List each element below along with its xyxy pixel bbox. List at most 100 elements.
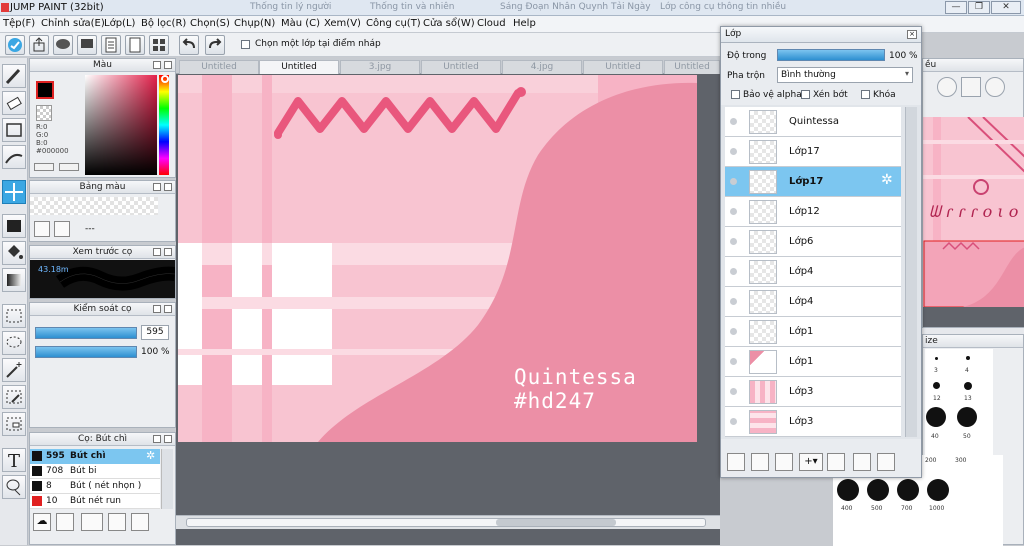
scroll-thumb[interactable] <box>186 518 706 527</box>
layer-row[interactable]: Lớp1 <box>725 317 901 347</box>
clip-checkbox[interactable] <box>801 89 810 99</box>
visibility-icon[interactable] <box>730 388 737 395</box>
new-layer-1bit-icon[interactable] <box>775 453 793 471</box>
eyedrop-button[interactable] <box>34 163 54 171</box>
horizontal-scrollbar[interactable] <box>176 515 720 529</box>
close-icon[interactable]: × <box>907 30 917 39</box>
minimize-button[interactable]: — <box>945 1 967 14</box>
brush-size-dot[interactable] <box>957 407 977 427</box>
brush-size-dot[interactable] <box>867 479 889 501</box>
menu-help[interactable]: Help <box>513 18 536 29</box>
select-rect-icon[interactable] <box>2 304 26 328</box>
gear-icon[interactable]: ✲ <box>146 449 155 462</box>
export-icon[interactable] <box>29 35 49 55</box>
menu-file[interactable]: Tệp(F) <box>3 18 35 29</box>
brush-size-slider[interactable] <box>35 327 137 339</box>
primary-color-swatch[interactable] <box>36 81 54 99</box>
maximize-button[interactable]: ❐ <box>968 1 990 14</box>
folder-icon[interactable] <box>131 513 149 531</box>
cloud-download-icon[interactable]: ☁ <box>33 513 51 531</box>
float-icon[interactable] <box>153 61 161 69</box>
select-eraser-icon[interactable] <box>2 412 26 436</box>
visibility-icon[interactable] <box>730 238 737 245</box>
delete-palette-icon[interactable] <box>54 221 70 237</box>
lock-checkbox[interactable] <box>861 89 870 99</box>
brush-size-dot[interactable] <box>927 479 949 501</box>
move-icon[interactable] <box>2 180 26 204</box>
brush-list-item[interactable]: 708 Bút bi <box>30 464 160 479</box>
cloud-icon[interactable] <box>5 35 25 55</box>
visibility-icon[interactable] <box>730 208 737 215</box>
float-icon[interactable] <box>153 248 161 256</box>
layer-row-selected[interactable]: Lớp17 ✲ <box>725 167 901 197</box>
lock-option[interactable]: Khóa <box>861 89 896 100</box>
drawing-canvas[interactable]: Quintessa #hd247 <box>178 75 697 442</box>
transparent-swatch[interactable] <box>36 105 52 121</box>
close-icon[interactable] <box>164 305 172 313</box>
brush-size-dot[interactable] <box>926 407 946 427</box>
brush-size-dot[interactable] <box>933 382 940 389</box>
zoom-icon[interactable] <box>985 77 1005 97</box>
brush-size-dot[interactable] <box>837 479 859 501</box>
blend-mode-select[interactable]: Bình thường ▾ <box>777 67 913 83</box>
close-icon[interactable] <box>164 248 172 256</box>
tab-3-jpg[interactable]: 3.jpg <box>340 60 420 74</box>
undo-icon[interactable] <box>179 35 199 55</box>
document-icon[interactable] <box>125 35 145 55</box>
visibility-icon[interactable] <box>730 178 737 185</box>
menu-color[interactable]: Màu (C) <box>281 18 320 29</box>
brush-size-dot[interactable] <box>966 356 970 360</box>
close-button[interactable]: ✕ <box>991 1 1021 14</box>
float-icon[interactable] <box>153 435 161 443</box>
menu-filter[interactable]: Bộ lọc(R) <box>141 18 186 29</box>
close-icon[interactable] <box>164 61 172 69</box>
hue-handle[interactable] <box>161 75 169 83</box>
menu-window[interactable]: Cửa sổ(W) <box>423 18 475 29</box>
new-layer-8bit-icon[interactable] <box>751 453 769 471</box>
layer-list-scrollbar[interactable] <box>905 107 917 437</box>
menu-layer[interactable]: Lớp(L) <box>104 18 135 29</box>
layer-row[interactable]: Quintessa <box>725 107 901 137</box>
menu-capture[interactable]: Chụp(N) <box>234 18 275 29</box>
layer-row[interactable]: Lớp4 <box>725 287 901 317</box>
float-icon[interactable] <box>153 305 161 313</box>
fit-icon[interactable] <box>961 77 981 97</box>
select-pen-icon[interactable] <box>2 385 26 409</box>
gear-icon[interactable]: ✲ <box>881 172 893 188</box>
visibility-icon[interactable] <box>730 118 737 125</box>
brush-size-field[interactable]: 595 <box>141 325 169 340</box>
menu-view[interactable]: Xem(V) <box>324 18 361 29</box>
close-icon[interactable] <box>164 183 172 191</box>
page-icon[interactable] <box>101 35 121 55</box>
gradient-icon[interactable] <box>2 268 26 292</box>
tab-untitled[interactable]: Untitled <box>179 60 259 74</box>
protect-alpha-option[interactable]: Bảo vệ alpha <box>731 89 802 100</box>
brush-size-dot[interactable] <box>897 479 919 501</box>
bucket-icon[interactable] <box>2 241 26 265</box>
clip-option[interactable]: Xén bớt <box>801 89 848 100</box>
chat-icon[interactable] <box>77 35 97 55</box>
visibility-icon[interactable] <box>730 298 737 305</box>
menu-cloud[interactable]: Cloud <box>477 18 506 29</box>
duplicate-layer-icon[interactable] <box>853 453 871 471</box>
visibility-icon[interactable] <box>730 268 737 275</box>
select-layer-checkbox[interactable] <box>241 40 250 49</box>
eraser-icon[interactable] <box>2 91 26 115</box>
text-icon[interactable]: T <box>2 448 26 472</box>
brush-settings-icon[interactable] <box>108 513 126 531</box>
rectangle-icon[interactable] <box>2 118 26 142</box>
protect-alpha-checkbox[interactable] <box>731 89 740 99</box>
layer-row[interactable]: Lớp17 <box>725 137 901 167</box>
brush-list-item[interactable]: 8 Bút ( nét nhọn ) <box>30 479 160 494</box>
layer-opacity-slider[interactable] <box>777 49 885 61</box>
brush-opacity-slider[interactable] <box>35 346 137 358</box>
tab-untitled[interactable]: Untitled <box>583 60 663 74</box>
layer-row[interactable]: Lớp4 <box>725 257 901 287</box>
tab-4-jpg[interactable]: 4.jpg <box>502 60 582 74</box>
brush-size-dot[interactable] <box>935 357 938 360</box>
balloon-icon[interactable] <box>2 475 26 499</box>
layer-window-titlebar[interactable]: Lớp × <box>721 27 921 43</box>
layer-row[interactable]: Lớp3 <box>725 407 901 437</box>
brush-size-dot[interactable] <box>964 382 972 390</box>
redo-icon[interactable] <box>205 35 225 55</box>
